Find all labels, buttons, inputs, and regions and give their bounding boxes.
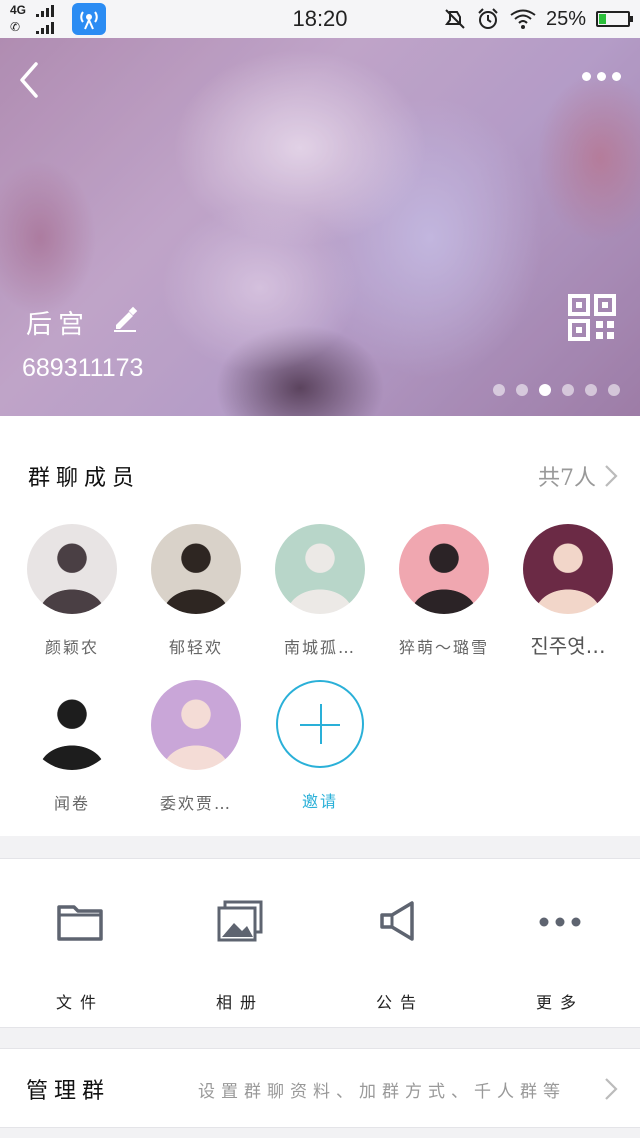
tool-label: 文件 (55, 993, 104, 1012)
member-item[interactable]: 郁轻欢 (134, 524, 258, 658)
member-name: 委欢贾… (159, 794, 232, 813)
member-name: 闻卷 (53, 794, 90, 813)
album-button[interactable]: 相册 (160, 899, 320, 1013)
avatar (27, 680, 117, 770)
invite-label: 邀请 (301, 792, 338, 811)
carousel-dot (585, 384, 597, 396)
group-cover[interactable]: 后宫 689311173 (0, 38, 640, 416)
members-chevron-icon[interactable] (604, 464, 618, 488)
members-count[interactable]: 共7人 (538, 460, 596, 492)
manage-title: 管理群 (26, 1079, 111, 1104)
member-item[interactable]: 闻卷 (10, 680, 134, 814)
tool-label: 公告 (375, 993, 424, 1012)
carousel-dot (516, 384, 528, 396)
carousel-dot (608, 384, 620, 396)
edit-name-icon[interactable] (112, 306, 138, 332)
qr-code-icon[interactable] (568, 294, 618, 342)
member-name: 颜颖农 (44, 638, 99, 657)
avatar (151, 680, 241, 770)
member-item[interactable]: 진주엿… (506, 524, 630, 659)
carousel-indicator (493, 384, 620, 396)
member-item[interactable]: 颜颖农 (10, 524, 134, 658)
tool-label: 相册 (215, 993, 264, 1012)
more-button[interactable]: 更多 (480, 899, 640, 1013)
member-name: 郁轻欢 (168, 638, 223, 657)
files-button[interactable]: 文件 (0, 899, 160, 1013)
status-icons: 25% (444, 5, 633, 33)
members-section: 群聊成员 共7人 颜颖农 郁轻欢 南城孤… 猝萌～璐雪 진주엿… 闻卷 委欢贾…… (0, 416, 640, 836)
back-icon[interactable] (14, 60, 46, 100)
tool-label: 更多 (535, 993, 584, 1012)
carousel-dot (562, 384, 574, 396)
manage-chevron-icon[interactable] (604, 1077, 618, 1101)
group-id: 689311173 (22, 354, 144, 382)
avatar (151, 524, 241, 614)
announcement-icon (380, 901, 414, 941)
member-name: 진주엿… (530, 634, 606, 658)
tools-section: 文件 相册 公告 更多 (0, 858, 640, 1028)
avatar (27, 524, 117, 614)
member-item[interactable]: 委欢贾… (134, 680, 258, 814)
avatar (275, 524, 365, 614)
status-bar: 4G ✆ 18:20 25% (0, 0, 640, 38)
manage-description: 设置群聊资料、加群方式、千人群等 (198, 1082, 566, 1102)
manage-group-row[interactable]: 管理群 设置群聊资料、加群方式、千人群等 (0, 1048, 640, 1128)
folder-icon (57, 905, 103, 941)
more-options-icon[interactable] (582, 68, 624, 84)
carousel-dot (539, 384, 551, 396)
member-name: 猝萌～璐雪 (398, 638, 489, 657)
member-item[interactable]: 南城孤… (258, 524, 382, 658)
wifi-icon (510, 9, 536, 29)
battery-percent: 25% (545, 7, 586, 30)
album-icon (217, 900, 263, 942)
member-item[interactable]: 猝萌～璐雪 (382, 524, 506, 658)
alarm-icon (478, 8, 498, 29)
avatar (399, 524, 489, 614)
announcement-button[interactable]: 公告 (320, 899, 480, 1013)
carousel-dot (493, 384, 505, 396)
invite-button[interactable]: 邀请 (258, 680, 382, 812)
members-title: 群聊成员 (28, 466, 141, 491)
avatar (523, 524, 613, 614)
battery-icon (596, 11, 633, 27)
more-icon (539, 917, 581, 927)
plus-icon[interactable] (276, 680, 364, 768)
member-name: 南城孤… (283, 638, 356, 657)
group-name: 后宫 (26, 310, 91, 340)
mute-icon (444, 9, 465, 29)
